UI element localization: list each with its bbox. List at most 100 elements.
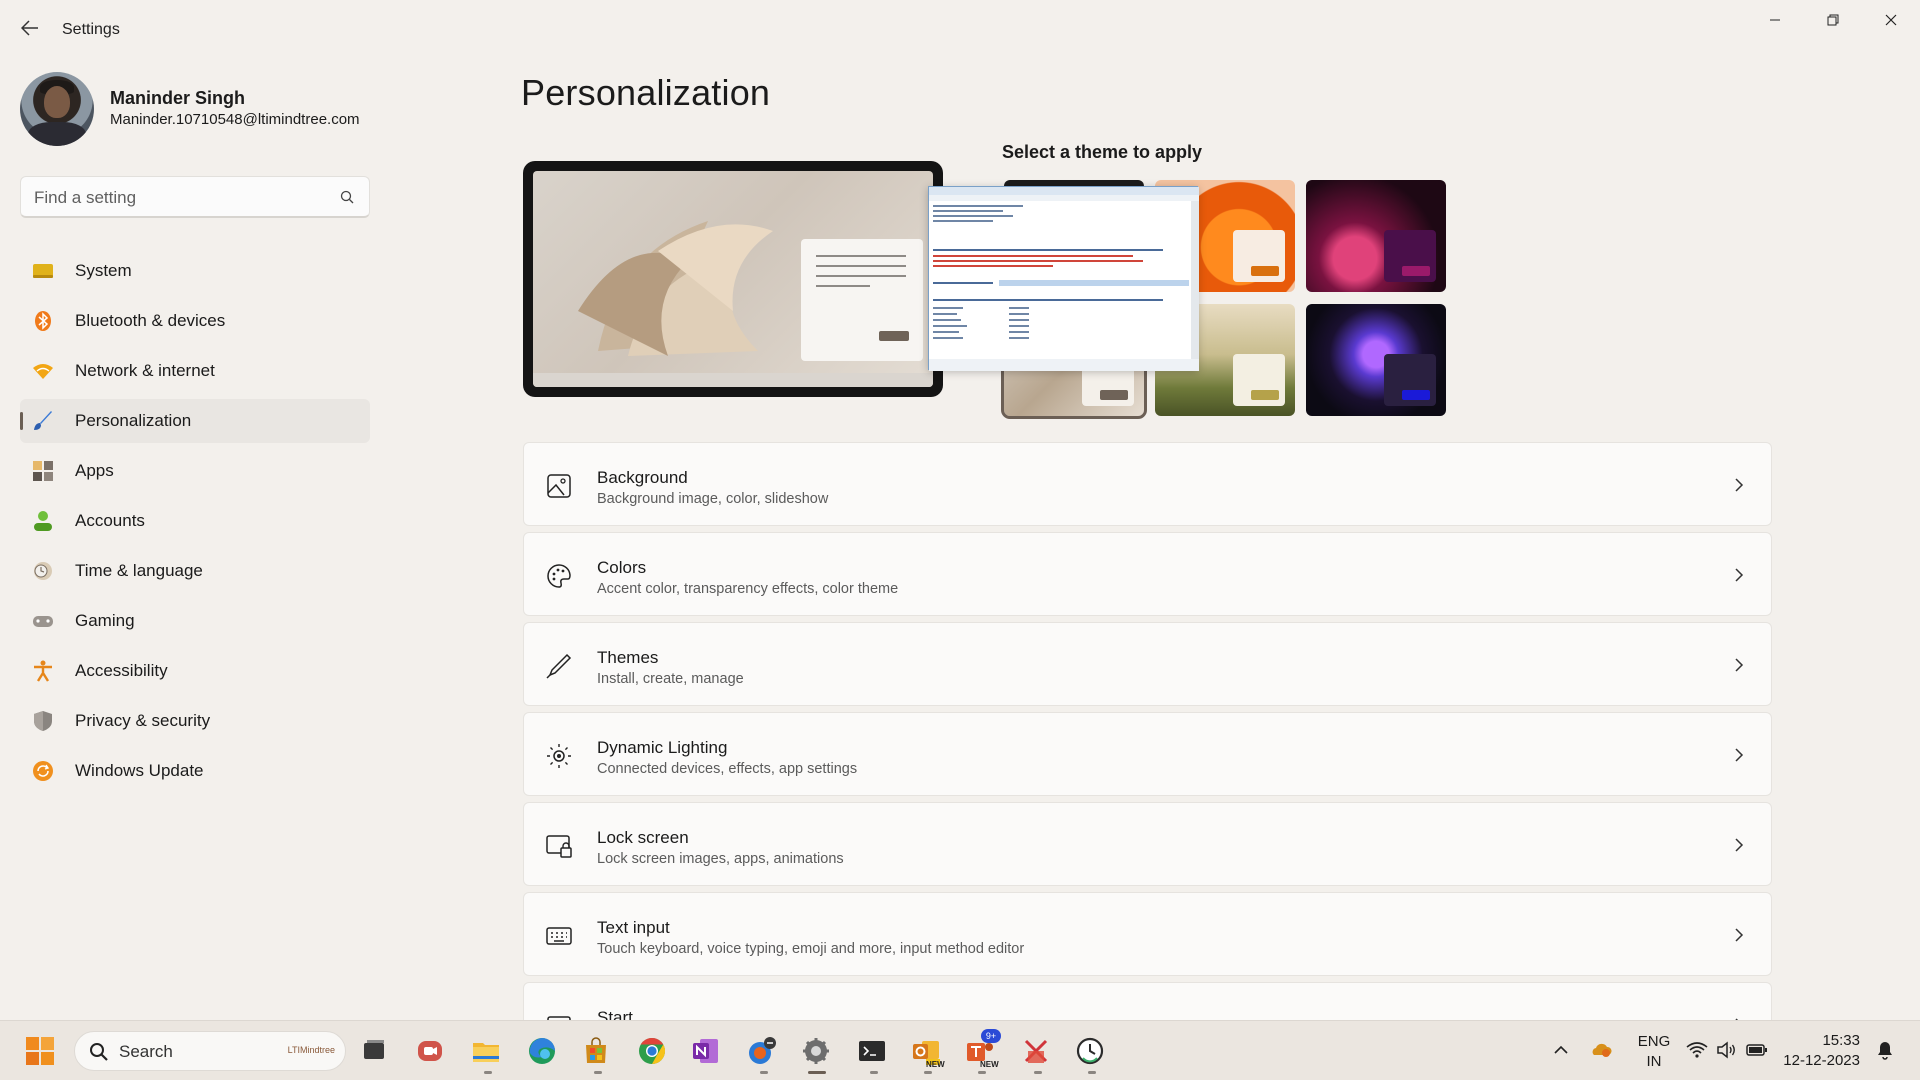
sidebar-item-bluetooth[interactable]: Bluetooth & devices [20, 299, 370, 343]
sidebar-item-accessibility[interactable]: Accessibility [20, 649, 370, 693]
sidebar-item-label: Time & language [75, 561, 203, 580]
taskbar: Search LTIMindtree NEW 9+ NEW ENG IN 15:… [0, 1020, 1920, 1080]
back-arrow-icon [20, 20, 38, 36]
battery-icon[interactable] [1746, 1041, 1768, 1059]
wifi-icon[interactable] [1686, 1041, 1708, 1059]
sidebar-item-accounts[interactable]: Accounts [20, 499, 370, 543]
sidebar-item-label: System [75, 261, 132, 280]
taskbar-search-label: Search [119, 1042, 173, 1061]
chrome-icon[interactable] [636, 1035, 668, 1067]
user-email: Maninder.10710548@ltimindtree.com [110, 111, 360, 128]
app-title: Settings [62, 21, 120, 38]
pen-icon [546, 653, 572, 679]
file-explorer-icon[interactable] [470, 1035, 502, 1067]
search-icon [340, 190, 354, 204]
preview-window [801, 239, 923, 361]
chevron-up-icon[interactable] [1553, 1043, 1569, 1057]
person-icon [34, 511, 52, 531]
card-title: Text input [597, 918, 670, 937]
card-subtitle: Background image, color, slideshow [597, 491, 829, 507]
gamepad-icon [33, 616, 53, 627]
card-subtitle: Connected devices, effects, app settings [597, 761, 858, 777]
restore-icon [1827, 14, 1839, 26]
sidebar-item-label: Apps [75, 461, 114, 480]
store-icon[interactable] [580, 1035, 612, 1067]
sidebar-item-apps[interactable]: Apps [20, 449, 370, 493]
card-text-input[interactable]: Text input Touch keyboard, voice typing,… [523, 892, 1772, 976]
theme-preview [523, 161, 943, 397]
image-icon [547, 474, 571, 498]
card-title: Background [597, 468, 688, 487]
card-title: Lock screen [597, 828, 689, 847]
remote-desktop-icon[interactable] [746, 1035, 778, 1067]
sidebar-item-label: Accounts [75, 511, 145, 530]
sidebar-item-privacy[interactable]: Privacy & security [20, 699, 370, 743]
avatar[interactable] [20, 72, 94, 146]
card-background[interactable]: Background Background image, color, slid… [523, 442, 1772, 526]
notification-count-badge: 9+ [981, 1029, 1001, 1043]
accessibility-icon [34, 660, 52, 682]
language-indicator[interactable]: ENG [1634, 1033, 1674, 1050]
sidebar-item-personalization[interactable]: Personalization [20, 399, 370, 443]
sidebar-item-time-language[interactable]: Time & language [20, 549, 370, 593]
minimize-button[interactable] [1752, 8, 1798, 32]
card-colors[interactable]: Colors Accent color, transparency effect… [523, 532, 1772, 616]
restore-button[interactable] [1810, 8, 1856, 32]
theme-tile-sunrise[interactable] [1306, 304, 1446, 416]
sidebar-item-gaming[interactable]: Gaming [20, 599, 370, 643]
chevron-right-icon [1735, 478, 1744, 492]
onedrive-icon[interactable] [1590, 1039, 1612, 1059]
bluetooth-icon [35, 311, 51, 331]
apps-icon [33, 461, 53, 481]
card-subtitle: Accent color, transparency effects, colo… [597, 581, 899, 597]
user-name: Maninder Singh [110, 88, 245, 108]
sidebar-item-system[interactable]: System [20, 249, 370, 293]
search-box[interactable] [20, 176, 370, 218]
chevron-right-icon [1735, 568, 1744, 582]
sidebar-nav: System Bluetooth & devices Network & int… [20, 249, 370, 799]
card-lock-screen[interactable]: Lock screen Lock screen images, apps, an… [523, 802, 1772, 886]
teams-chat-icon[interactable] [414, 1035, 446, 1067]
card-dynamic-lighting[interactable]: Dynamic Lighting Connected devices, effe… [523, 712, 1772, 796]
lighting-icon [547, 744, 571, 768]
terminal-icon[interactable] [856, 1035, 888, 1067]
windows-start-icon[interactable] [24, 1035, 56, 1067]
task-view-icon[interactable] [358, 1035, 390, 1067]
page-title: Personalization [521, 72, 771, 113]
onenote-icon[interactable] [690, 1035, 722, 1067]
close-button[interactable] [1868, 8, 1914, 32]
wifi-icon [33, 364, 53, 379]
update-icon [33, 761, 53, 781]
taskbar-search[interactable]: Search LTIMindtree [74, 1031, 346, 1071]
clock-app-icon[interactable] [1074, 1035, 1106, 1067]
chevron-right-icon [1735, 838, 1744, 852]
sidebar-item-label: Gaming [75, 611, 135, 630]
chevron-right-icon [1735, 658, 1744, 672]
card-title: Colors [597, 558, 647, 577]
card-title: Dynamic Lighting [597, 738, 728, 757]
notification-bell-icon[interactable] [1876, 1040, 1894, 1060]
card-subtitle: Touch keyboard, voice typing, emoji and … [597, 941, 1025, 957]
volume-icon[interactable] [1716, 1041, 1738, 1059]
new-badge: NEW [980, 1060, 999, 1069]
close-icon [1885, 14, 1897, 26]
back-button[interactable] [16, 18, 44, 42]
sidebar-item-windows-update[interactable]: Windows Update [20, 749, 370, 793]
settings-gear-icon[interactable] [800, 1035, 832, 1067]
region-indicator[interactable]: IN [1634, 1053, 1674, 1070]
sidebar-item-label: Network & internet [75, 361, 215, 380]
active-app-indicator [808, 1071, 826, 1074]
snipping-tool-icon[interactable] [1020, 1035, 1052, 1067]
search-input[interactable] [34, 187, 324, 209]
clock-time[interactable]: 15:33 [1780, 1032, 1860, 1049]
card-subtitle: Lock screen images, apps, animations [597, 851, 844, 867]
theme-tile-captured-motion[interactable] [1306, 180, 1446, 292]
card-themes[interactable]: Themes Install, create, manage [523, 622, 1772, 706]
edge-icon[interactable] [526, 1035, 558, 1067]
bloom-wallpaper-image [578, 221, 773, 356]
sidebar-item-network[interactable]: Network & internet [20, 349, 370, 393]
card-subtitle: Install, create, manage [597, 671, 744, 687]
search-icon [90, 1043, 108, 1061]
floating-window-thumbnail [928, 186, 1199, 371]
clock-date[interactable]: 12-12-2023 [1780, 1052, 1860, 1069]
